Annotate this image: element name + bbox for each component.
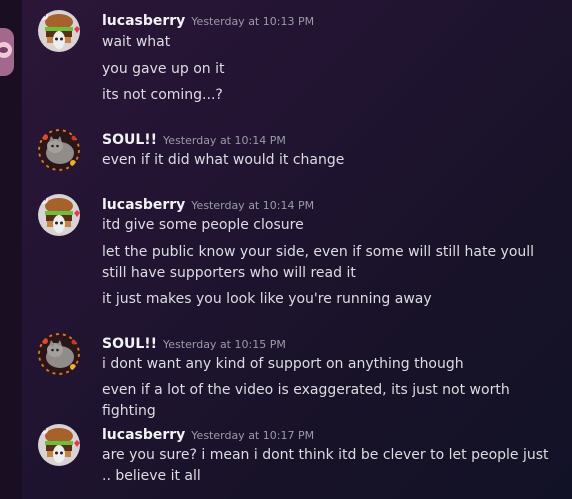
gray-cat-avatar-icon[interactable] [38,129,80,171]
message-header: SOUL!! Yesterday at 10:14 PM [102,129,286,151]
message-text: even if it did what would it change [102,152,345,168]
message-text: are you sure? i mean i dont think itd be… [102,447,549,484]
message-timestamp: Yesterday at 10:15 PM [163,338,286,351]
message-text: i dont want any kind of support on anyth… [102,356,464,372]
message-timestamp: Yesterday at 10:17 PM [191,429,315,442]
username[interactable]: lucasberry [102,197,185,213]
message-text: it just makes you look like you're runni… [102,291,432,307]
message-header: lucasberry Yesterday at 10:17 PM [102,424,314,446]
message-timestamp: Yesterday at 10:14 PM [191,199,315,212]
message-timestamp: Yesterday at 10:14 PM [163,134,286,147]
burger-avatar-icon[interactable] [38,424,80,466]
burger-avatar-icon[interactable] [38,10,80,52]
message-text: let the public know your side, even if s… [102,244,535,281]
message-text: even if a lot of the video is exaggerate… [102,382,510,419]
message-list: lucasberry Yesterday at 10:13 PM wait wha… [22,0,572,499]
server-avatar-face [0,42,12,58]
message-header: lucasberry Yesterday at 10:14 PM [102,194,314,216]
message-timestamp: Yesterday at 10:13 PM [191,15,315,28]
username[interactable]: SOUL!! [102,132,157,148]
server-list-rail [0,0,22,499]
message-text: you gave up on it [102,61,225,77]
server-icon[interactable] [0,28,14,76]
gray-cat-avatar-icon[interactable] [38,333,80,375]
message-header: SOUL!! Yesterday at 10:15 PM [102,333,286,355]
message-text: wait what [102,34,171,50]
burger-avatar-icon[interactable] [38,194,80,236]
message-text: its not coming...? [102,87,223,103]
message-text: itd give some people closure [102,217,304,233]
username[interactable]: SOUL!! [102,336,157,352]
username[interactable]: lucasberry [102,13,185,29]
username[interactable]: lucasberry [102,427,185,443]
message-header: lucasberry Yesterday at 10:13 PM [102,10,314,32]
